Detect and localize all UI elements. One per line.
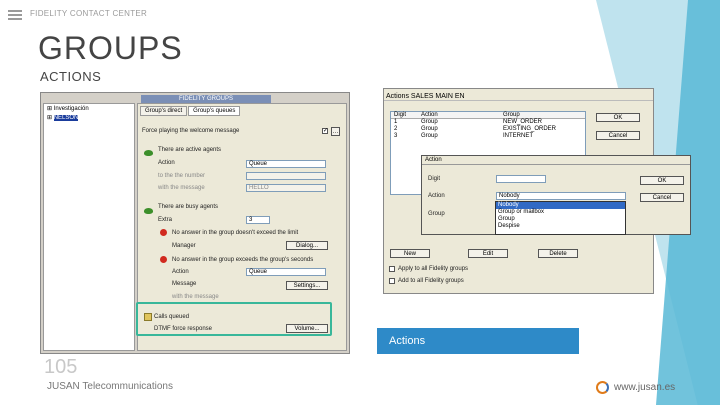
cell-digit: 1 [394,119,398,125]
tab-bar: Group's direct Group's queues [140,106,241,116]
busy-agents-icon [144,208,153,214]
to-number-field[interactable] [246,172,326,180]
message3-label: with the message [172,294,219,300]
slide-subtitle: ACTIONS [40,69,102,84]
manager-label: Manager [172,243,196,249]
action-select[interactable]: Queue [246,160,326,168]
dialog-action-select[interactable]: Nobody [496,192,626,200]
tab-direct[interactable]: Group's direct [140,106,188,116]
action-dropdown-list: Nobody Group or mailbox Group Despise [495,201,626,235]
cell-group: NEW_ORDER [503,119,543,125]
tree-item[interactable]: ⊞ Investigación [44,104,134,113]
column-header: Group [503,112,520,118]
table-header: Digit Action Group [391,112,585,119]
table-row[interactable]: 2 Group EXISTING_ORDER [391,126,585,133]
dialog-title: Action [422,156,690,165]
column-header: Digit [394,112,407,118]
company-name-bold: JUSAN [47,381,80,392]
company-name: JUSAN Telecommunications [47,381,173,392]
message2-label: Message [172,281,197,287]
cancel-button[interactable]: Cancel [596,131,640,140]
extra-label: Extra [158,217,173,223]
cell-digit: 2 [394,126,398,132]
menu-bar[interactable]: Actions SALES MAIN EN [384,93,653,101]
action-label: Action [158,160,175,166]
digit-label: Digit [428,176,441,182]
edit-button[interactable]: Edit [468,249,508,258]
no-answer-label: No answer in the group doesn't exceed th… [172,230,299,236]
exceed-label: No answer in the group exceeds the group… [172,257,314,263]
cell-action: Group [421,133,438,139]
add-checkbox[interactable] [389,278,395,284]
welcome-label: Force playing the welcome message [142,128,240,134]
settings-button[interactable]: Settings... [286,281,328,290]
welcome-browse-button[interactable]: … [331,127,340,136]
table-row[interactable]: 1 Group NEW_ORDER [391,119,585,126]
window-title: FIDELITY GROUPS [141,95,271,103]
dropdown-option[interactable]: Nobody [496,202,625,209]
company-logo-icon [596,381,609,394]
message-field[interactable]: HELLO [246,184,326,192]
busy-agents-label: There are busy agents [158,204,219,210]
column-header: Action [421,112,438,118]
screenshot-caption: Actions [377,328,579,354]
cell-group: INTERNET [503,133,533,139]
to-number-label: to the the number [158,173,206,179]
dialog-action-label: Action [428,193,445,199]
no-answer-icon [160,229,167,236]
dropdown-option[interactable]: Despise [496,223,625,230]
website-url[interactable]: www.jusan.es [614,382,675,393]
digit-select[interactable] [496,175,546,183]
delete-button[interactable]: Delete [538,249,578,258]
action2-select[interactable]: Queue [246,268,326,276]
cell-action: Group [421,119,438,125]
slide-title: GROUPS [38,30,183,66]
dropdown-option[interactable]: Group [496,216,625,223]
message-label: with the message [158,185,205,191]
cell-digit: 3 [394,133,398,139]
brand-label: FIDELITY CONTACT CENTER [30,9,148,18]
ok-button[interactable]: OK [596,113,640,122]
new-button[interactable]: New [390,249,430,258]
welcome-checkbox[interactable]: ✓ [322,128,328,134]
highlight-box [136,302,332,336]
company-name-rest: Telecommunications [79,381,173,392]
table-row[interactable]: 3 Group INTERNET [391,133,585,140]
dropdown-option[interactable]: Group or mailbox [496,209,625,216]
extra-field[interactable]: 3 [246,216,270,224]
dialog-button[interactable]: Dialog... [286,241,328,250]
exceed-icon [160,256,167,263]
add-label: Add to all Fidelity groups [398,278,464,284]
cell-action: Group [421,126,438,132]
free-agents-label: There are active agents [158,147,222,153]
tree-item[interactable]: ⊞ NELSON [44,113,134,122]
cell-group: EXISTING_ORDER [503,126,557,132]
page-number: 105 [44,356,78,378]
apply-label: Apply to all Fidelity groups [398,266,469,272]
group-tree: ⊞ Investigación ⊞ NELSON [43,103,135,351]
action2-label: Action [172,269,189,275]
tab-queues[interactable]: Group's queues [188,106,241,116]
dialog-ok-button[interactable]: OK [640,176,684,185]
menu-icon[interactable] [8,10,22,20]
free-agents-icon [144,150,153,156]
dialog-cancel-button[interactable]: Cancel [640,193,684,202]
dialog-group-label: Group [428,211,445,217]
apply-checkbox[interactable] [389,266,395,272]
